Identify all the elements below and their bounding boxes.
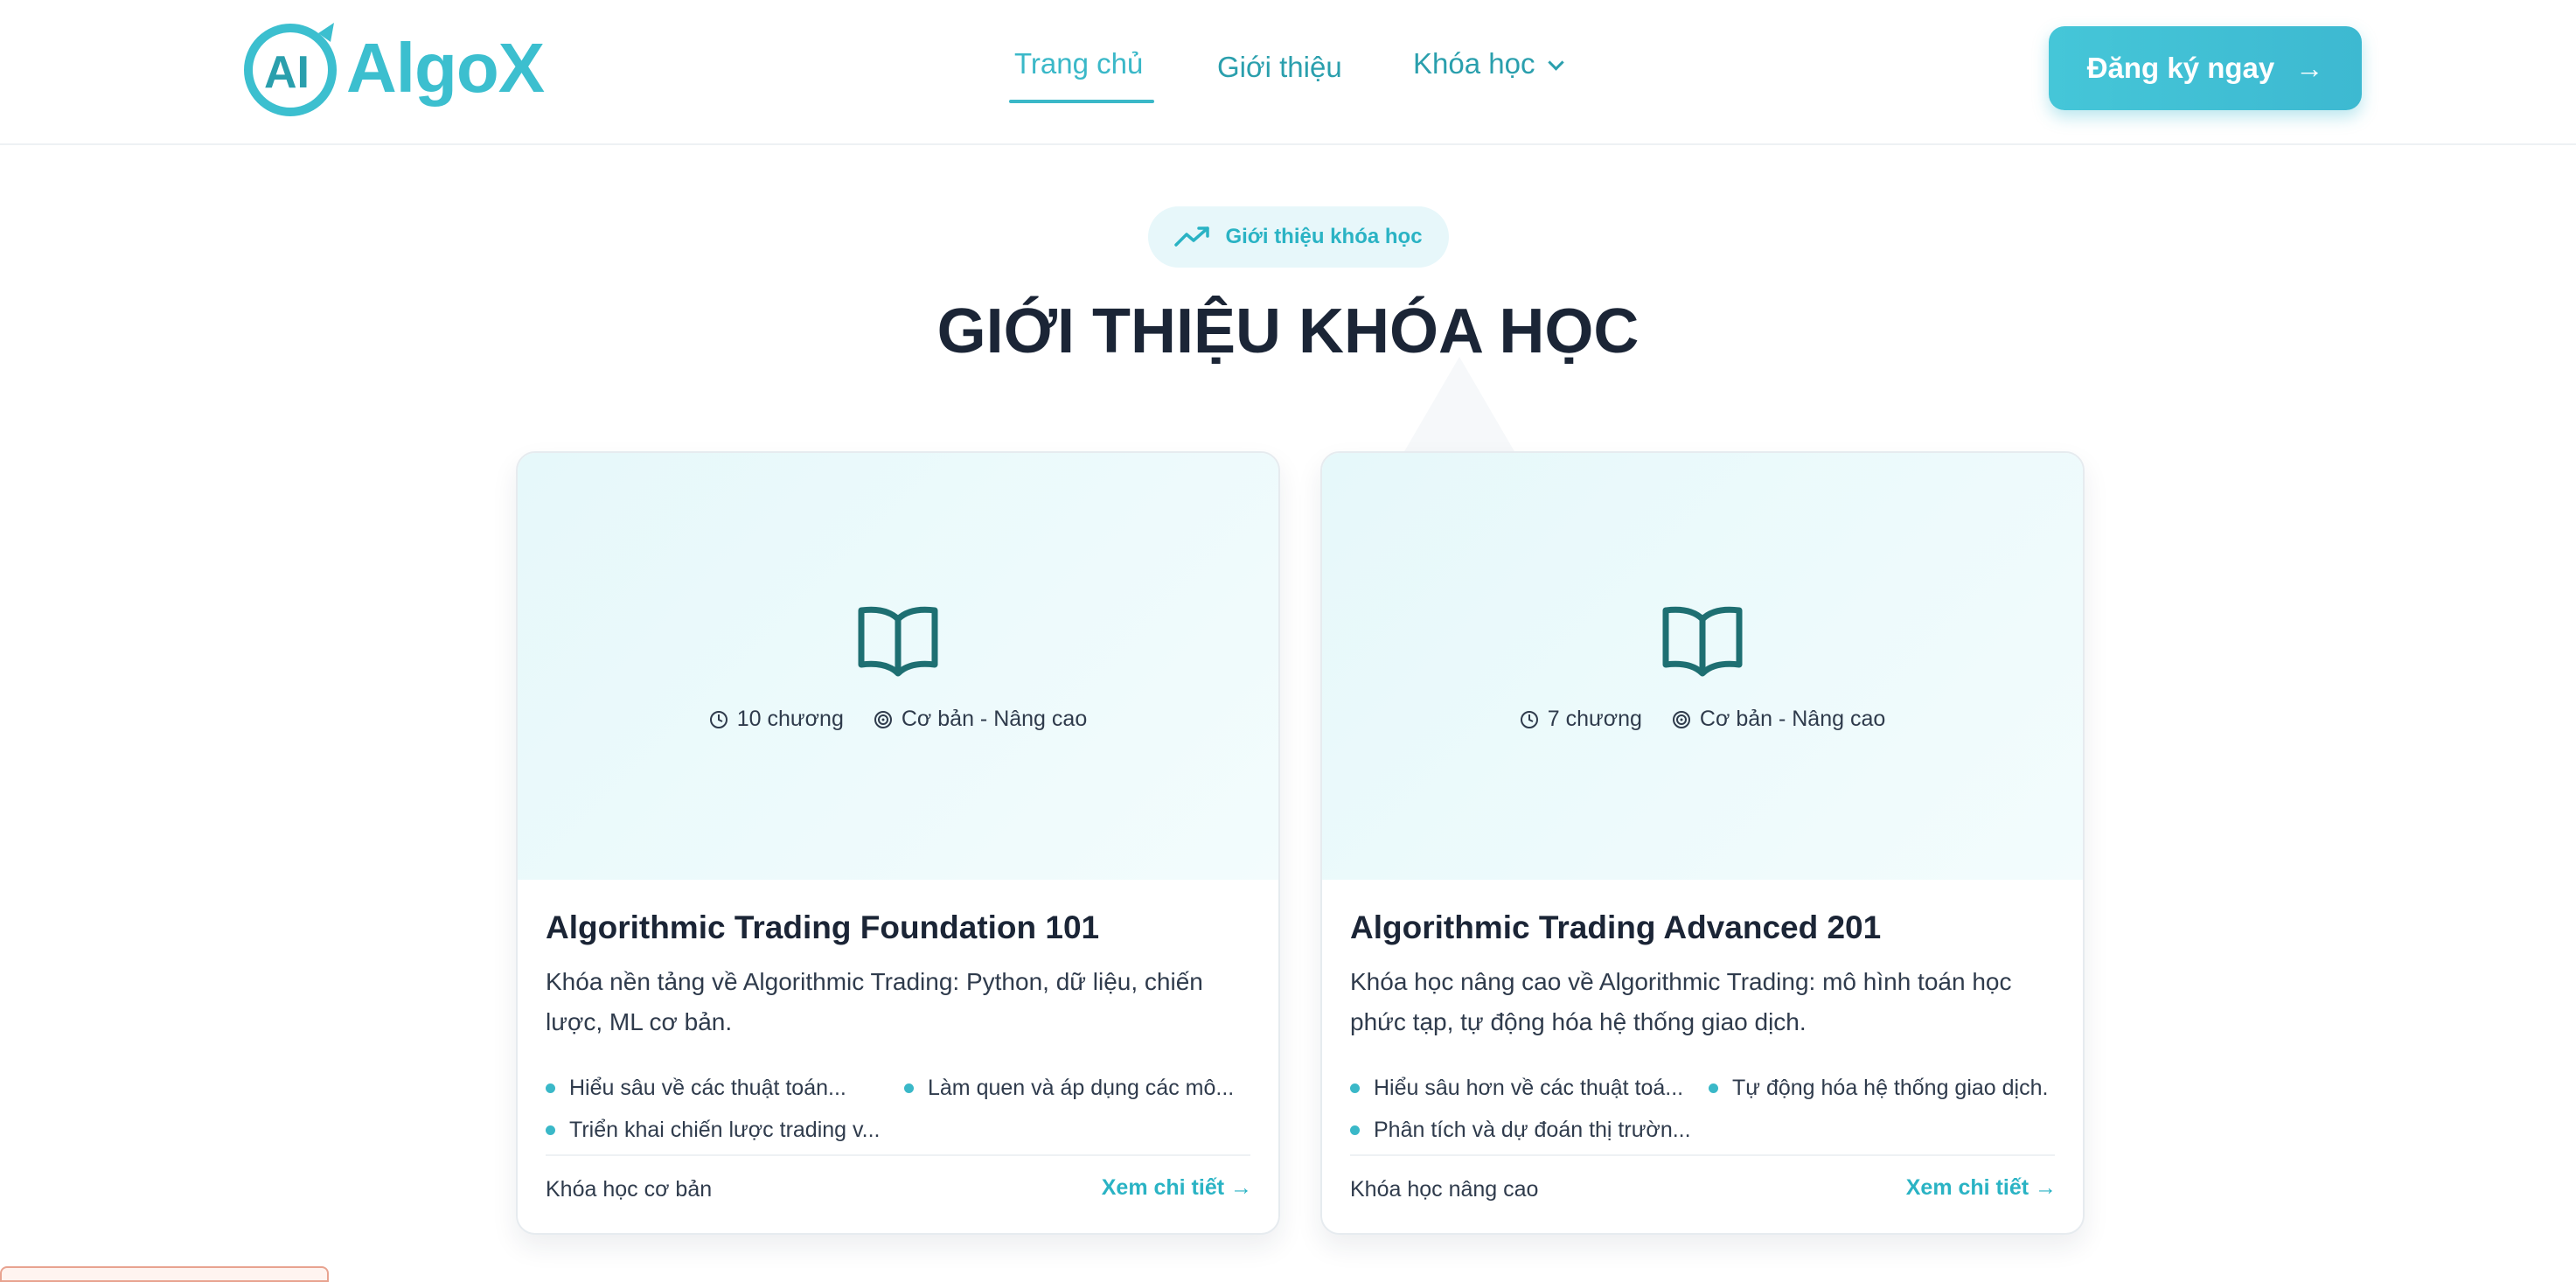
logo-text: AlgoX [346,29,545,107]
course-card-hero: 10 chương Cơ bản - Nâng cao [518,453,1278,880]
course-meta: 7 chương Cơ bản - Nâng cao [1322,707,2083,732]
book-open-icon [858,606,938,677]
course-title[interactable]: Algorithmic Trading Foundation 101 [546,909,1099,946]
nav-active-indicator [1009,100,1154,103]
nav-courses-label: Khóa học [1413,47,1535,80]
view-details-link[interactable]: Xem chi tiết → [1102,1175,1252,1201]
card-divider [546,1154,1250,1156]
site-header: AI AlgoX Trang chủ Giới thiệu Khóa học Đ… [0,0,2576,145]
nav-courses[interactable]: Khóa học [1413,47,1565,80]
level-label: Cơ bản - Nâng cao [901,707,1088,731]
course-level-tag: Khóa học cơ bản [546,1177,713,1202]
clock-icon [1520,710,1538,728]
register-button[interactable]: Đăng ký ngay → [2049,26,2362,110]
chapters-count: 10 chương [736,707,844,731]
section-title: GIỚI THIỆU KHÓA HỌC [936,296,1640,366]
course-bullet: Hiểu sâu hơn về các thuật toá... [1350,1076,1683,1101]
course-card[interactable]: 10 chương Cơ bản - Nâng cao Algorithmic … [516,451,1280,1235]
register-button-label: Đăng ký ngay [2086,52,2275,84]
arrow-right-icon: → [2295,52,2324,84]
course-card-hero: 7 chương Cơ bản - Nâng cao [1322,453,2083,880]
nav-about[interactable]: Giới thiệu [1217,51,1342,84]
level-label: Cơ bản - Nâng cao [1699,707,1886,731]
chapters-meta: 7 chương [1520,707,1642,732]
svg-text:AI: AI [264,47,310,98]
section-badge: Giới thiệu khóa học [1148,206,1449,268]
course-level-tag: Khóa học nâng cao [1350,1177,1539,1202]
chapters-meta: 10 chương [709,707,844,732]
clock-icon [709,710,728,728]
bottom-floating-tab[interactable] [0,1266,329,1282]
course-bullet: Phân tích và dự đoán thị trườn... [1350,1118,1691,1143]
course-description: Khóa nền tảng về Algorithmic Trading: Py… [546,968,1203,1035]
nav-home[interactable]: Trang chủ [1014,47,1143,80]
decorative-shape [1403,357,1515,453]
target-icon [874,710,892,728]
course-bullet: Tự động hóa hệ thống giao dịch. [1709,1076,2048,1101]
book-open-icon [1662,606,1743,677]
level-meta: Cơ bản - Nâng cao [1672,707,1885,732]
course-description: Khóa học nâng cao về Algorithmic Trading… [1350,968,2012,1035]
target-icon [1672,710,1690,728]
trending-up-icon [1174,226,1210,247]
section-badge-label: Giới thiệu khóa học [1225,225,1423,248]
level-meta: Cơ bản - Nâng cao [874,707,1087,732]
course-title[interactable]: Algorithmic Trading Advanced 201 [1350,909,1881,946]
card-divider [1350,1154,2055,1156]
course-card[interactable]: 7 chương Cơ bản - Nâng cao Algorithmic T… [1320,451,2085,1235]
course-bullet: Hiểu sâu về các thuật toán... [546,1076,846,1101]
course-bullet: Làm quen và áp dụng các mô... [904,1076,1234,1101]
chapters-count: 7 chương [1547,707,1642,731]
ai-logo-icon: AI [244,23,337,116]
course-bullet: Triển khai chiến lược trading v... [546,1118,881,1143]
logo[interactable]: AI AlgoX [238,16,545,121]
view-details-link[interactable]: Xem chi tiết → [1906,1175,2057,1201]
chevron-down-icon [1548,54,1565,71]
course-meta: 10 chương Cơ bản - Nâng cao [518,707,1278,732]
